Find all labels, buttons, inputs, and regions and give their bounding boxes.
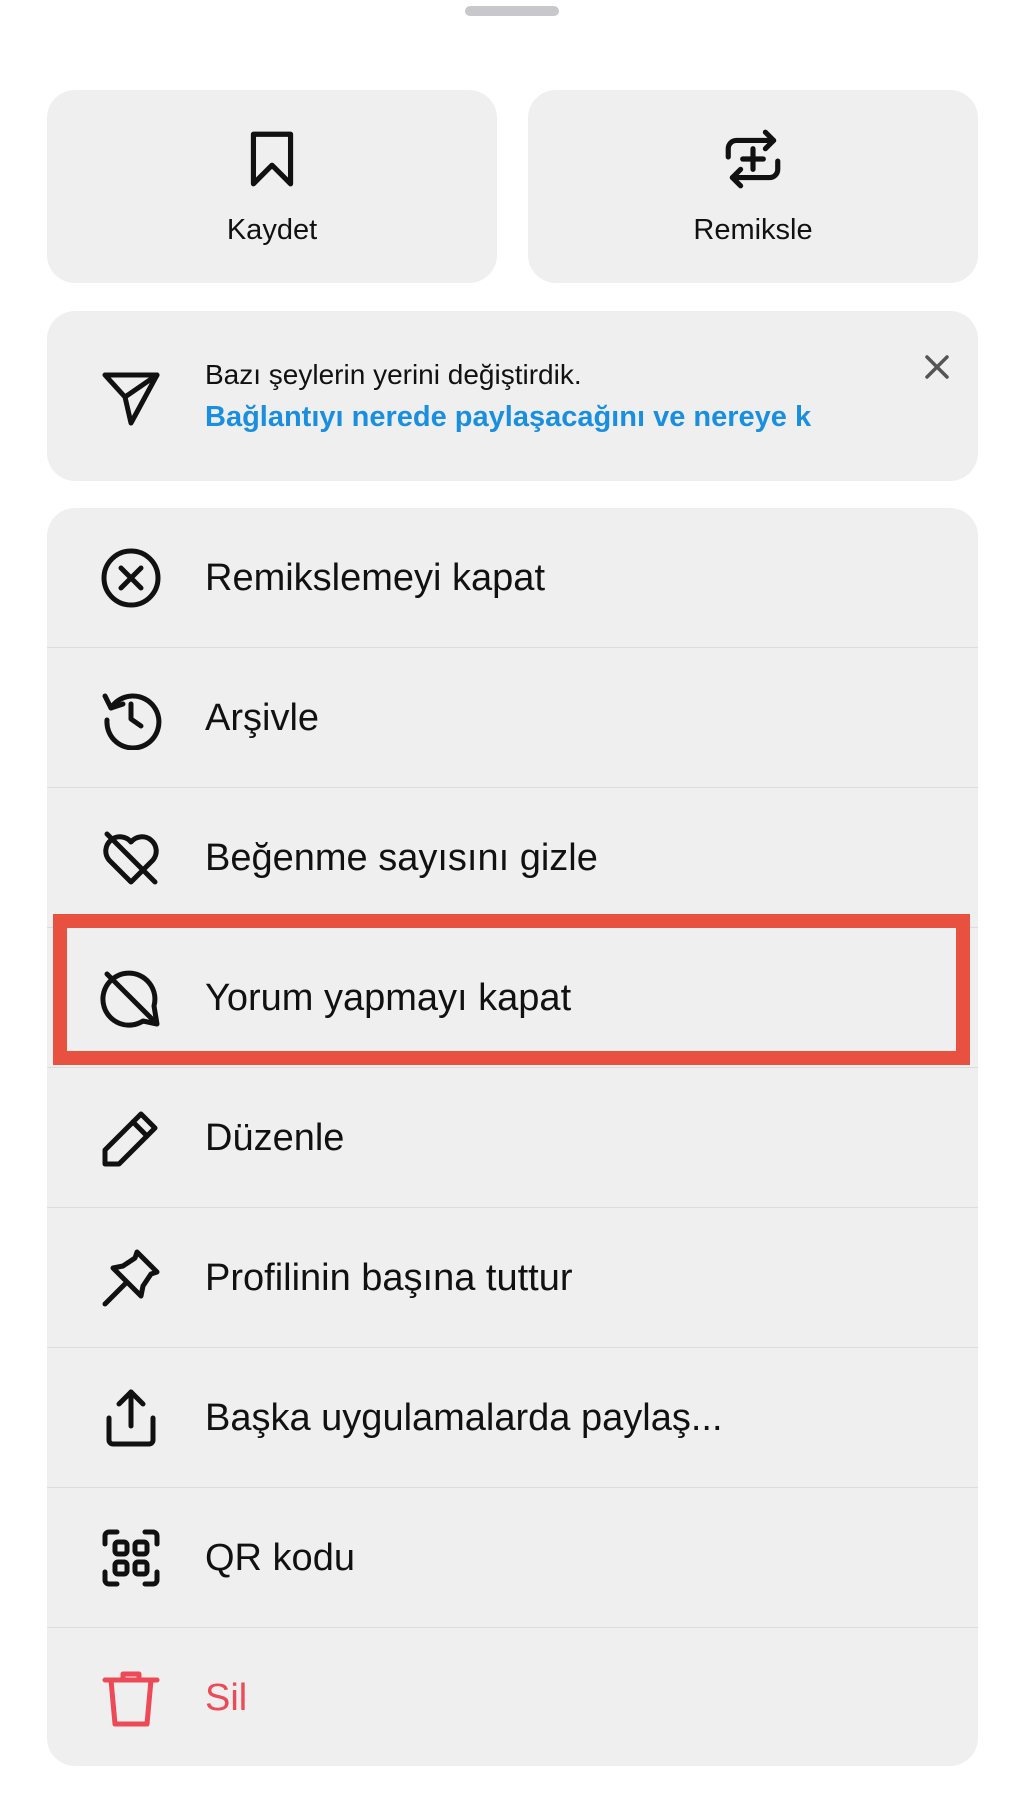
menu-item-hide-likes[interactable]: Beğenme sayısını gizle xyxy=(47,788,978,928)
save-label: Kaydet xyxy=(226,214,318,246)
menu-item-label: Başka uygulamalarda paylaş... xyxy=(205,1397,723,1439)
save-button[interactable]: Kaydet xyxy=(47,90,497,283)
close-icon[interactable] xyxy=(919,349,955,385)
remix-label: Remiksle xyxy=(693,214,813,246)
menu-item-label: Düzenle xyxy=(205,1117,345,1159)
menu-item-edit[interactable]: Düzenle xyxy=(47,1068,978,1208)
menu-item-label: Yorum yapmayı kapat xyxy=(205,977,572,1019)
remix-button[interactable]: Remiksle xyxy=(528,90,978,283)
heart-off-icon xyxy=(103,831,159,885)
menu-item-archive[interactable]: Arşivle xyxy=(47,648,978,788)
menu-item-label: Arşivle xyxy=(205,697,320,739)
options-menu: Remikslemeyi kapat Arşivle Beğenme sayıs… xyxy=(47,508,978,1766)
archive-history-icon xyxy=(102,693,162,750)
trash-icon xyxy=(102,1671,160,1727)
send-icon xyxy=(102,372,160,426)
menu-item-label: Remikslemeyi kapat xyxy=(205,557,545,599)
qr-code-icon xyxy=(102,1529,160,1587)
pencil-icon xyxy=(102,1111,158,1167)
menu-item-delete[interactable]: Sil xyxy=(47,1628,978,1766)
remix-icon xyxy=(725,129,781,189)
comment-off-icon xyxy=(100,970,160,1028)
bookmark-icon xyxy=(250,131,294,187)
change-notice: Bazı şeylerin yerini değiştirdik. Bağlan… xyxy=(47,311,978,481)
menu-item-disable-remix[interactable]: Remikslemeyi kapat xyxy=(47,508,978,648)
menu-item-label: QR kodu xyxy=(205,1537,355,1579)
menu-item-label: Profilinin başına tuttur xyxy=(205,1257,573,1299)
menu-item-pin-to-profile[interactable]: Profilinin başına tuttur xyxy=(47,1208,978,1348)
sheet-grabber[interactable] xyxy=(465,6,559,16)
close-circle-icon xyxy=(101,548,161,608)
notice-title: Bazı şeylerin yerini değiştirdik. xyxy=(205,359,582,390)
pin-icon xyxy=(102,1249,160,1307)
notice-link[interactable]: Bağlantıyı nerede paylaşacağını ve nerey… xyxy=(205,401,920,434)
menu-item-qr-code[interactable]: QR kodu xyxy=(47,1488,978,1628)
share-icon xyxy=(106,1389,156,1447)
menu-item-share-other-apps[interactable]: Başka uygulamalarda paylaş... xyxy=(47,1348,978,1488)
menu-item-label: Sil xyxy=(205,1677,248,1719)
menu-item-label: Beğenme sayısını gizle xyxy=(205,837,598,879)
menu-item-disable-comments[interactable]: Yorum yapmayı kapat xyxy=(47,928,978,1068)
